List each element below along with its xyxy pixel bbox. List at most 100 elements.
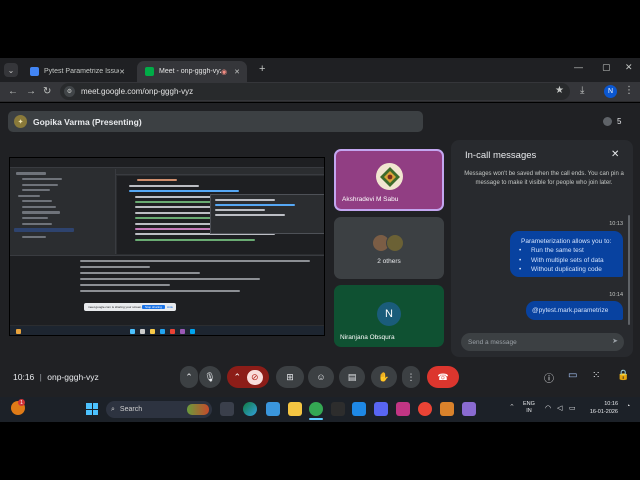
- raise-hand-icon: ✋: [378, 371, 390, 382]
- chrome-profile-icon[interactable]: [418, 402, 432, 416]
- forward-icon[interactable]: →: [26, 86, 36, 97]
- ide-project-panel: [10, 169, 116, 254]
- emoji-reactions-button[interactable]: ☺: [308, 366, 334, 388]
- lang-code: ENG: [523, 401, 535, 407]
- camera-off-icon: ⊘: [247, 369, 263, 385]
- bookmark-star-icon[interactable]: ★: [555, 85, 564, 96]
- vscode-icon[interactable]: [352, 402, 366, 416]
- notification-badge: 1: [18, 399, 25, 406]
- chevron-up-icon: ⌃: [185, 371, 193, 382]
- messages-scrollbar[interactable]: [628, 215, 630, 325]
- ide-tooltip-popup: [210, 194, 324, 234]
- search-icon: ⌕: [111, 405, 115, 413]
- participant-avatar: [376, 163, 403, 190]
- shared-screen: meet.google.com is sharing your screen. …: [9, 157, 325, 336]
- taskbar-search[interactable]: ⌕ Search: [106, 401, 212, 418]
- store-icon[interactable]: [266, 402, 280, 416]
- app-icon[interactable]: [462, 402, 476, 416]
- chevron-up-icon: ⌃: [233, 371, 241, 382]
- close-panel-icon[interactable]: ✕: [611, 149, 619, 160]
- task-view-icon[interactable]: [220, 402, 234, 416]
- battery-icon[interactable]: ▭: [569, 404, 576, 412]
- chrome-icon[interactable]: [309, 402, 323, 416]
- present-screen-button[interactable]: ⊞: [276, 366, 304, 388]
- messages-notice: Messages won't be saved when the call en…: [464, 171, 624, 186]
- input-language[interactable]: ENG IN: [523, 401, 535, 415]
- notifications-bell-icon[interactable]: ◔: [626, 403, 630, 410]
- chat-icon[interactable]: ▭: [568, 370, 577, 381]
- camera-button[interactable]: ⌃ ⊘: [227, 366, 269, 388]
- close-tab-icon[interactable]: ✕: [234, 68, 240, 76]
- presenter-avatar: ✦: [14, 115, 27, 128]
- new-tab-icon[interactable]: +: [259, 63, 265, 75]
- activities-icon[interactable]: ⁙: [592, 370, 600, 381]
- more-audio-options-button[interactable]: ⌃: [180, 366, 198, 388]
- participant-name: Niranjana Obsqura: [340, 334, 395, 341]
- list-item: • Run the same test: [519, 247, 584, 254]
- participants-count[interactable]: 5: [603, 112, 633, 130]
- chrome-menu-icon[interactable]: ⋮: [624, 85, 634, 96]
- profile-avatar[interactable]: N: [604, 85, 617, 98]
- more-vert-icon: ⋮: [406, 371, 416, 382]
- microphone-button[interactable]: 🎙: [199, 366, 221, 388]
- app-icon[interactable]: [396, 402, 410, 416]
- tab-search-icon[interactable]: ⌄: [4, 63, 18, 77]
- lang-region: IN: [526, 408, 532, 414]
- send-message-input[interactable]: Send a message ➤: [461, 333, 624, 351]
- tab-meet[interactable]: Meet - onp-gggh-vyz ◉ ✕: [137, 61, 247, 82]
- meeting-details-icon[interactable]: ⓘ: [544, 370, 554, 385]
- participant-avatars-icon: [603, 116, 612, 126]
- hide-notice-button[interactable]: Hide: [167, 305, 173, 309]
- reload-icon[interactable]: ↻: [43, 86, 51, 97]
- close-tab-icon[interactable]: ✕: [119, 68, 125, 76]
- raise-hand-button[interactable]: ✋: [371, 366, 397, 388]
- file-explorer-icon[interactable]: [288, 402, 302, 416]
- system-clock[interactable]: 10:16 16-01-2026: [582, 401, 618, 416]
- stop-sharing-button[interactable]: Stop sharing: [142, 305, 165, 309]
- site-info-icon[interactable]: ⚙: [64, 86, 75, 97]
- participant-tile-others[interactable]: 2 others: [334, 217, 444, 279]
- maximize-icon[interactable]: ▢: [602, 62, 611, 73]
- message-bubble: Parameterization allows you to: • Run the…: [510, 231, 623, 277]
- ide-run-console: [10, 255, 324, 325]
- captions-button[interactable]: ▤: [339, 366, 365, 388]
- participant-tile-niranjana[interactable]: N Niranjana Obsqura: [334, 285, 444, 347]
- host-controls-icon[interactable]: 🔒: [617, 370, 629, 381]
- minimize-icon[interactable]: —: [574, 62, 583, 72]
- volume-icon[interactable]: ◁: [557, 404, 562, 412]
- screen-share-notice: meet.google.com is sharing your screen. …: [84, 303, 176, 311]
- browser-toolbar: ← → ↻ ⚙ meet.google.com/onp-gggh-vyz ★ ⤓…: [0, 82, 640, 102]
- browser-tab-strip: ⌄ Pytest Parametrize Issue ✕ Meet - onp-…: [0, 58, 640, 82]
- back-icon[interactable]: ←: [8, 86, 18, 97]
- tab-favicon-icon: [30, 67, 39, 76]
- tab-label: Meet - onp-gggh-vyz: [159, 68, 222, 75]
- send-message-placeholder: Send a message: [468, 338, 517, 346]
- download-icon[interactable]: ⤓: [580, 85, 584, 96]
- leave-call-button[interactable]: ☎: [427, 366, 459, 388]
- chevron-up-icon[interactable]: ⌃: [509, 403, 515, 411]
- presenter-name: Gopika Varma (Presenting): [33, 116, 142, 127]
- active-app-indicator: [309, 418, 323, 420]
- meeting-code: onp-gggh-vyz: [47, 372, 99, 382]
- ide-title-bar: [10, 158, 324, 168]
- send-icon[interactable]: ➤: [612, 337, 618, 345]
- participant-tile-akshradevi[interactable]: Akshradevi M Sabu: [334, 149, 444, 211]
- pycharm-icon[interactable]: [331, 402, 345, 416]
- wifi-icon[interactable]: ◠: [545, 404, 551, 412]
- app-icon[interactable]: [440, 402, 454, 416]
- message-time: 10:14: [609, 292, 623, 298]
- more-options-button[interactable]: ⋮: [402, 366, 420, 388]
- windows-taskbar: 1 ⌕ Search ⌃ ENG IN ◠ ◁ ▭ 10:16 16-01-20…: [0, 397, 640, 422]
- close-window-icon[interactable]: ✕: [625, 62, 633, 73]
- teams-icon[interactable]: [374, 402, 388, 416]
- share-notice-text: meet.google.com is sharing your screen.: [88, 305, 143, 309]
- clock-time: 10:16: [604, 401, 618, 407]
- address-bar[interactable]: ⚙ meet.google.com/onp-gggh-vyz ★: [60, 83, 570, 100]
- record-indicator-icon: ◉: [221, 68, 228, 76]
- start-icon[interactable]: [86, 403, 98, 415]
- avatar: [386, 234, 404, 252]
- grouped-avatars: [372, 234, 406, 254]
- edge-icon[interactable]: [243, 402, 257, 416]
- tab-pytest-issue[interactable]: Pytest Parametrize Issue ✕: [22, 61, 132, 82]
- url-text: meet.google.com/onp-gggh-vyz: [81, 87, 194, 96]
